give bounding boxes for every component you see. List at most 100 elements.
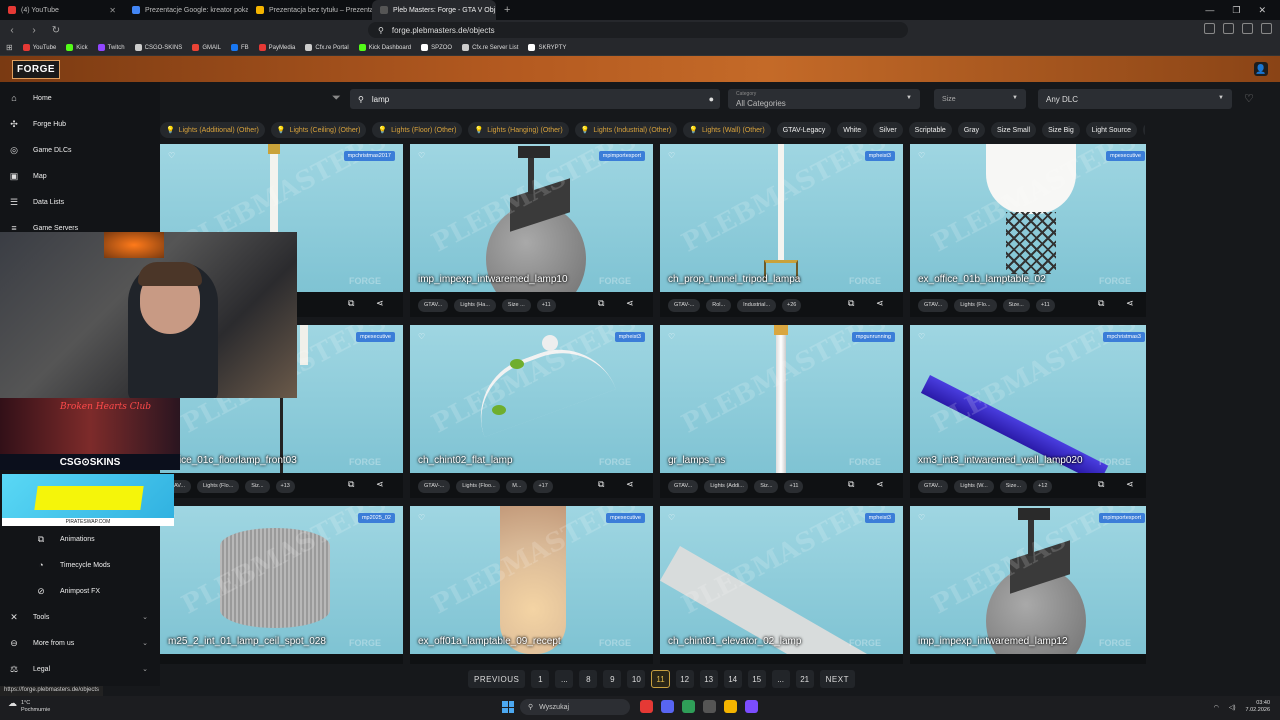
object-tag[interactable]: Lights (Addi... (704, 479, 749, 493)
page-button[interactable]: ... (555, 670, 574, 688)
tag-count[interactable]: +13 (275, 479, 295, 493)
bookmark-item[interactable]: Cfx.re Portal (305, 44, 349, 51)
taskbar-app-icon[interactable] (682, 700, 695, 713)
filter-chip[interactable]: Light Source (1085, 122, 1138, 138)
minimize-icon[interactable]: — (1205, 5, 1214, 16)
tag-count[interactable]: +11 (1035, 298, 1055, 312)
sidebar-item[interactable]: ✕ Tools ⌄ (0, 604, 160, 630)
heart-icon[interactable]: ♡ (418, 151, 425, 160)
object-preview[interactable]: PLEBMASTERS ♡ mpgunrunning gr_lamps_ns FORGE (660, 325, 903, 473)
heart-icon[interactable]: ♡ (918, 151, 925, 160)
clock[interactable]: 03:40 7.02.2026 (1246, 700, 1270, 714)
object-card[interactable]: PLEBMASTERS ♡ mpheist3 ch_chint01_elevator_… (660, 506, 903, 664)
filter-chip[interactable]: 💡 Lights (Floor) (Other) (372, 122, 463, 138)
sidebar-item[interactable]: ▣ Map (0, 163, 160, 189)
object-card[interactable]: PLEBMASTERS ♡ mpheist3 ch_chint02_flat_lamp… (410, 325, 653, 498)
sidebar-item[interactable]: ⊘ Animpost FX (0, 578, 160, 604)
object-preview[interactable]: PLEBMASTERS♡mp2025_02m25_2_int_01_lamp_c… (160, 506, 403, 654)
size-select[interactable]: Size ▼ (934, 89, 1026, 109)
dlc-select[interactable]: Any DLC ▼ (1038, 89, 1232, 109)
object-preview[interactable]: PLEBMASTERS ♡ mpimportexport imp_impexp_int… (410, 144, 653, 292)
copy-icon[interactable]: ⧉ (848, 298, 854, 309)
taskbar-app-icon[interactable] (703, 700, 716, 713)
location-pin-icon[interactable]: ● (709, 94, 714, 104)
restore-icon[interactable]: ❐ (1232, 5, 1240, 16)
filter-icon[interactable]: ⏷ (332, 92, 341, 105)
copy-icon[interactable]: ⧉ (598, 298, 604, 309)
filter-chip[interactable]: 💡 Lights (Additional) (Other) (160, 122, 265, 138)
bookmark-item[interactable]: SKRYPTY (528, 44, 566, 51)
heart-icon[interactable]: ♡ (668, 513, 675, 522)
heart-icon[interactable]: ♡ (168, 151, 175, 160)
taskbar-app-icon[interactable] (724, 700, 737, 713)
heart-icon[interactable]: ♡ (668, 151, 675, 160)
sidebar-item[interactable]: ☰ Data Lists (0, 189, 160, 215)
next-page-button[interactable]: NEXT (819, 670, 855, 688)
object-tag[interactable]: Rol... (706, 298, 732, 312)
user-icon[interactable]: 👤 (1254, 62, 1268, 76)
sidebar-item[interactable]: ◎ Game DLCs (0, 137, 160, 163)
tag-count[interactable]: +11 (784, 479, 804, 493)
bookmark-item[interactable]: CSGO-SKINS (134, 44, 182, 51)
object-tag[interactable]: Size... (1002, 298, 1030, 312)
page-button[interactable]: ... (771, 670, 790, 688)
category-select[interactable]: Category All Categories ▼ (728, 89, 920, 109)
object-tag[interactable]: GTAV-... (418, 479, 451, 493)
object-preview[interactable]: PLEBMASTERS ♡ mpheist3 ch_prop_tunnel_tripo… (660, 144, 903, 292)
object-tag[interactable]: GTAV... (668, 479, 699, 493)
page-button[interactable]: 1 (531, 670, 550, 688)
filter-chip[interactable]: Scriptable (908, 122, 952, 138)
object-tag[interactable]: Industrial... (737, 298, 777, 312)
sidebar-item[interactable]: ⧉ Animations (0, 526, 160, 552)
object-card[interactable]: PLEBMASTERS ♡ mpimportexport imp_impexp_int… (910, 506, 1146, 664)
taskbar-app-icon[interactable] (640, 700, 653, 713)
search-input[interactable]: ⚲ lamp ● (350, 89, 720, 109)
browser-tab[interactable]: (4) YouTube ✕ (0, 0, 124, 20)
forward-icon[interactable]: › (28, 25, 40, 36)
filter-chip[interactable]: 💡 Lights (Wall) (Other) (683, 122, 771, 138)
object-card[interactable]: PLEBMASTERS ♡ mpimportexport imp_impexp_int… (410, 144, 653, 317)
copy-icon[interactable]: ⧉ (348, 479, 354, 490)
extensions-icon[interactable] (1204, 23, 1215, 34)
object-tag[interactable]: GTAV-... (668, 298, 701, 312)
filter-chip[interactable]: Size Big (1042, 122, 1080, 138)
browser-tab[interactable]: Prezentacje Google: kreator pokazów✕ (124, 0, 248, 20)
page-button[interactable]: 11 (651, 670, 670, 688)
object-preview[interactable]: PLEBMASTERS ♡ mpheist3 ch_chint01_elevator_… (660, 506, 903, 654)
share-icon[interactable]: ⋖ (376, 479, 384, 490)
tag-count[interactable]: +12 (1033, 479, 1053, 493)
object-tag[interactable]: Lights (Flo... (197, 479, 240, 493)
bookmark-item[interactable]: GMAIL (192, 44, 221, 51)
page-button[interactable]: 15 (747, 670, 766, 688)
share-icon[interactable]: ⋖ (376, 298, 384, 309)
page-button[interactable]: 13 (699, 670, 718, 688)
object-tag[interactable]: Siz... (754, 479, 779, 493)
object-tag[interactable]: Lights (W... (954, 479, 994, 493)
reload-icon[interactable]: ↻ (50, 25, 62, 36)
object-preview[interactable]: PLEBMASTERS ♡ mpexecutive ex_off01a_lamptab… (410, 506, 653, 654)
share-icon[interactable]: ⋖ (876, 298, 884, 309)
site-info-icon[interactable]: ⚲ (378, 26, 384, 35)
close-window-icon[interactable]: ✕ (1258, 5, 1266, 16)
object-card[interactable]: PLEBMASTERS♡mp2025_02m25_2_int_01_lamp_c… (160, 506, 403, 664)
bookmark-item[interactable]: Kick (66, 44, 88, 51)
wifi-icon[interactable]: ◠ (1214, 704, 1219, 711)
tab-close-icon[interactable]: ✕ (109, 6, 116, 15)
volume-icon[interactable]: ◁) (1229, 704, 1236, 711)
filter-chip[interactable]: 💡 Lights (Hanging) (Other) (468, 122, 569, 138)
bookmark-item[interactable]: Kick Dashboard (358, 44, 411, 51)
sidebar-item[interactable]: ◔ Timecycle Mods (0, 552, 160, 578)
page-button[interactable]: 14 (723, 670, 742, 688)
menu-icon[interactable] (1261, 23, 1272, 34)
wallet-icon[interactable] (1242, 23, 1253, 34)
object-tag[interactable]: Lights (Floo... (456, 479, 501, 493)
object-tag[interactable]: GTAV... (918, 298, 949, 312)
copy-icon[interactable]: ⧉ (848, 479, 854, 490)
copy-icon[interactable]: ⧉ (1098, 479, 1104, 490)
tag-count[interactable]: +17 (533, 479, 553, 493)
share-icon[interactable]: ⋖ (1126, 479, 1134, 490)
object-tag[interactable]: GTAV... (418, 298, 449, 312)
object-tag[interactable]: Siz... (245, 479, 270, 493)
filter-chip[interactable]: Silver (873, 122, 903, 138)
page-button[interactable]: 9 (603, 670, 622, 688)
